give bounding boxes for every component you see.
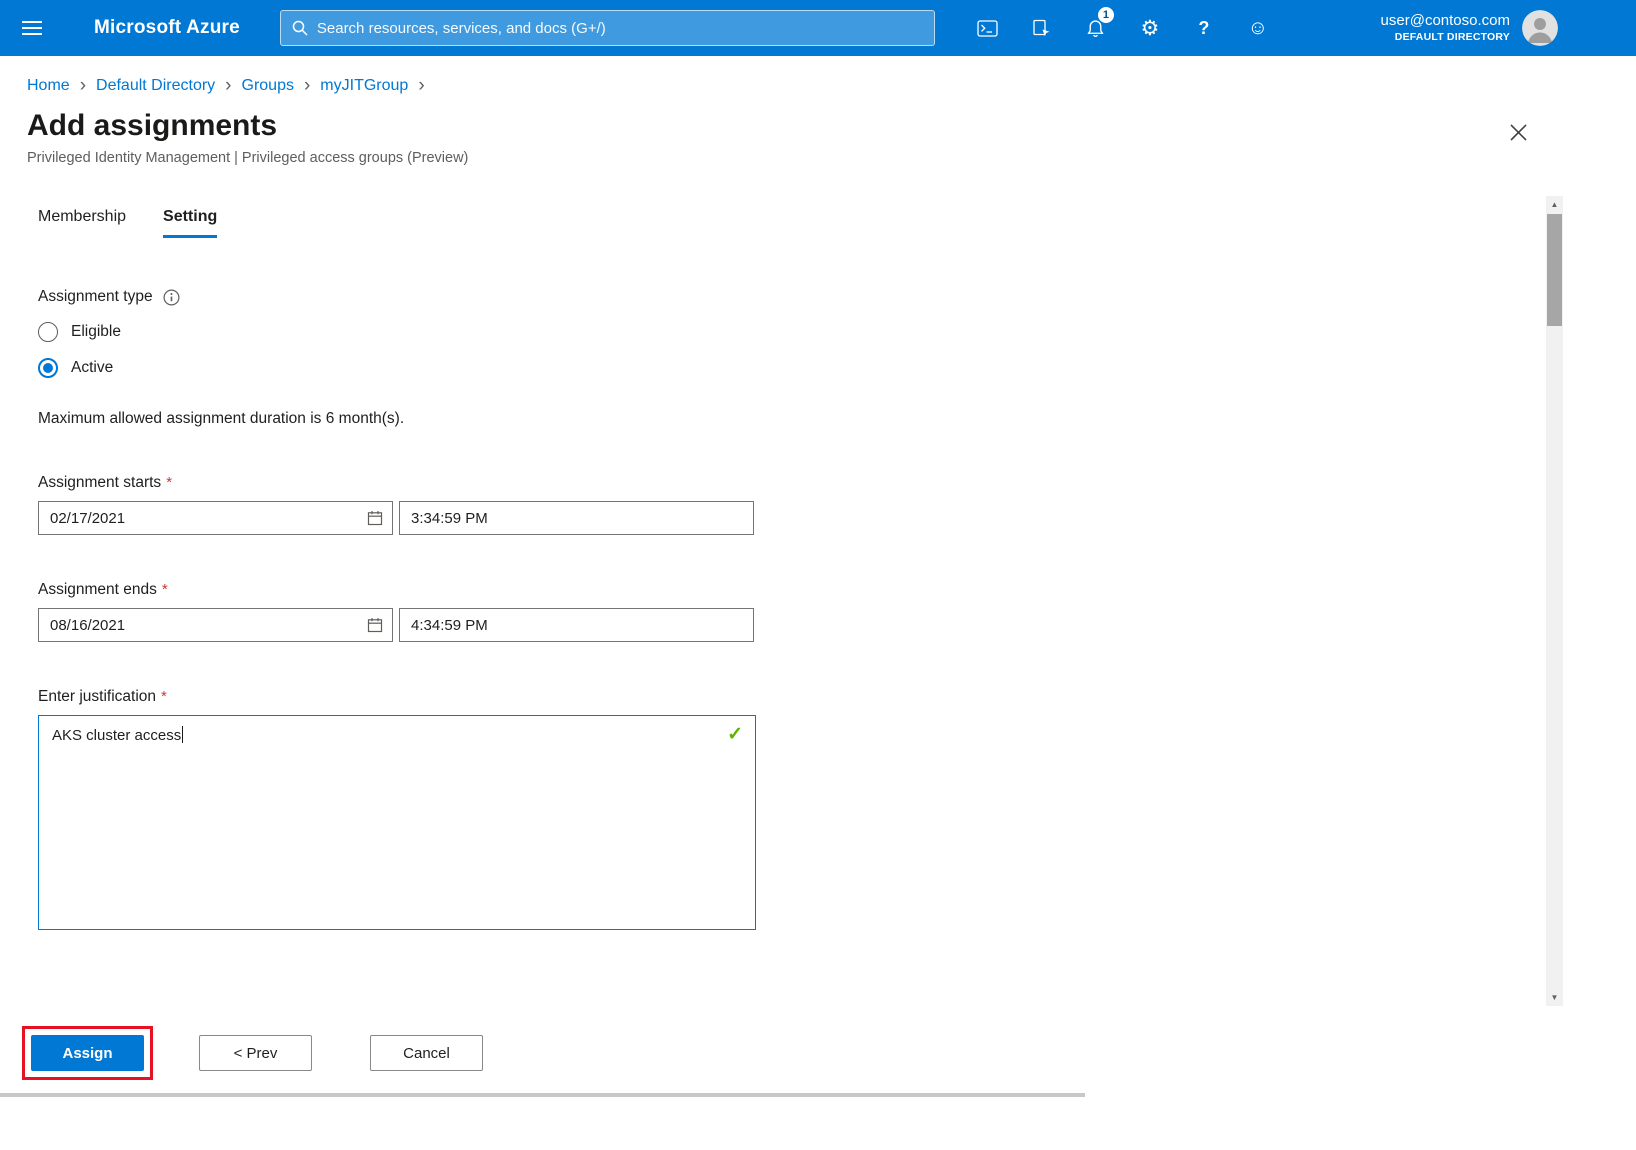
breadcrumb-groups[interactable]: Groups: [242, 77, 294, 95]
user-directory: DEFAULT DIRECTORY: [1381, 31, 1510, 45]
global-search[interactable]: [280, 10, 935, 46]
smiley-icon: ☺: [1248, 17, 1268, 40]
settings-form: Assignment type Eligible Active Maximum …: [38, 288, 1565, 930]
radio-active[interactable]: Active: [38, 358, 1565, 378]
vertical-scrollbar[interactable]: ▲ ▼: [1546, 196, 1563, 1006]
calendar-icon[interactable]: [363, 617, 392, 633]
radio-eligible-circle: [38, 322, 58, 342]
radio-active-circle: [38, 358, 58, 378]
justification-group: Enter justification * AKS cluster access…: [38, 688, 1565, 930]
search-input[interactable]: [317, 20, 923, 37]
directory-filter-button[interactable]: [1015, 0, 1069, 56]
justification-label: Enter justification: [38, 688, 156, 706]
ends-date-input[interactable]: [39, 617, 363, 634]
radio-eligible-label: Eligible: [71, 323, 121, 341]
ends-date-field[interactable]: [38, 608, 393, 642]
red-highlight-annotation: Assign: [22, 1026, 153, 1080]
help-button[interactable]: ?: [1177, 0, 1231, 56]
validation-check-icon: ✓: [727, 723, 743, 746]
breadcrumb-myjitgroup[interactable]: myJITGroup: [320, 77, 408, 95]
hamburger-menu-icon[interactable]: [0, 0, 64, 56]
gear-icon: ⚙: [1140, 16, 1159, 41]
feedback-button[interactable]: ☺: [1231, 0, 1285, 56]
cloud-shell-button[interactable]: [961, 0, 1015, 56]
assignment-type-label: Assignment type: [38, 288, 153, 306]
page-subtitle: Privileged Identity Management | Privile…: [27, 150, 1565, 166]
text-cursor: [182, 726, 183, 743]
account-menu[interactable]: user@contoso.com DEFAULT DIRECTORY: [1381, 11, 1510, 44]
scroll-up-icon[interactable]: ▲: [1546, 196, 1563, 213]
top-bar: Microsoft Azure 1 ⚙ ? ☺ user@contoso.com: [0, 0, 1636, 56]
topbar-icon-group: 1 ⚙ ? ☺: [961, 0, 1285, 56]
starts-date-field[interactable]: [38, 501, 393, 535]
horizontal-scrollbar[interactable]: [0, 1093, 1085, 1097]
assignment-ends-label: Assignment ends: [38, 581, 157, 599]
assign-button[interactable]: Assign: [31, 1035, 144, 1071]
assignment-ends-group: Assignment ends *: [38, 581, 1565, 642]
notification-badge: 1: [1098, 7, 1114, 23]
required-marker: *: [161, 688, 167, 705]
assignment-starts-label: Assignment starts: [38, 474, 161, 492]
vertical-scrollbar-thumb[interactable]: [1547, 214, 1562, 326]
page-title: Add assignments: [27, 109, 1565, 143]
directory-filter-icon: [1032, 19, 1051, 38]
radio-eligible[interactable]: Eligible: [38, 322, 1565, 342]
close-icon[interactable]: [1504, 118, 1532, 146]
breadcrumb-default-directory[interactable]: Default Directory: [96, 77, 215, 95]
tab-membership[interactable]: Membership: [38, 208, 126, 238]
settings-button[interactable]: ⚙: [1123, 0, 1177, 56]
chevron-separator-icon: ›: [304, 76, 310, 95]
starts-time-input[interactable]: [399, 501, 754, 535]
required-marker: *: [162, 581, 168, 598]
tab-bar: Membership Setting: [38, 208, 1565, 238]
user-email: user@contoso.com: [1381, 11, 1510, 31]
chevron-separator-icon: ›: [80, 76, 86, 95]
required-marker: *: [166, 474, 172, 491]
justification-text: AKS cluster access: [52, 727, 181, 744]
starts-date-input[interactable]: [39, 510, 363, 527]
chevron-separator-icon: ›: [225, 76, 231, 95]
assignment-starts-group: Assignment starts *: [38, 474, 1565, 535]
radio-active-label: Active: [71, 359, 113, 377]
ends-time-input[interactable]: [399, 608, 754, 642]
search-icon: [292, 20, 308, 36]
info-icon[interactable]: [163, 289, 180, 306]
azure-portal-window: Microsoft Azure 1 ⚙ ? ☺ user@contoso.com: [0, 0, 1636, 1150]
justification-textarea[interactable]: AKS cluster access ✓: [38, 715, 756, 930]
tab-setting[interactable]: Setting: [163, 208, 217, 238]
chevron-separator-icon: ›: [418, 76, 424, 95]
brand-title: Microsoft Azure: [94, 17, 240, 39]
scroll-down-icon[interactable]: ▼: [1546, 989, 1563, 1006]
breadcrumb: Home › Default Directory › Groups › myJI…: [27, 76, 1565, 95]
breadcrumb-home[interactable]: Home: [27, 77, 70, 95]
question-icon: ?: [1198, 18, 1209, 39]
avatar[interactable]: [1522, 10, 1558, 46]
notifications-button[interactable]: 1: [1069, 0, 1123, 56]
cancel-button[interactable]: Cancel: [370, 1035, 483, 1071]
calendar-icon[interactable]: [363, 510, 392, 526]
prev-button[interactable]: < Prev: [199, 1035, 312, 1071]
terminal-icon: [977, 20, 998, 37]
max-duration-text: Maximum allowed assignment duration is 6…: [38, 410, 1565, 428]
